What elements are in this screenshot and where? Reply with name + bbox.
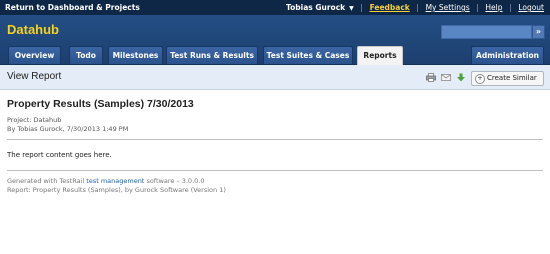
user-name: Tobias Gurock xyxy=(286,3,346,12)
tab-test-suites-cases[interactable]: Test Suites & Cases xyxy=(263,46,353,64)
footer-generated-suffix: software – 3.0.0.0 xyxy=(146,177,205,185)
search-input[interactable] xyxy=(441,25,532,39)
return-to-dashboard-link[interactable]: Return to Dashboard & Projects xyxy=(5,3,140,12)
separator: | xyxy=(360,3,363,12)
top-bar: Return to Dashboard & Projects Tobias Gu… xyxy=(0,0,550,15)
plus-icon: + xyxy=(475,74,485,84)
footer-generated: Generated with TestRail test management … xyxy=(7,177,204,185)
print-icon[interactable] xyxy=(426,73,436,82)
page-toolbar: View Report + Create Similar xyxy=(0,65,550,90)
report-title: Property Results (Samples) 7/30/2013 xyxy=(7,98,194,110)
project-header: Datahub » Overview Todo Milestones Test … xyxy=(0,15,550,65)
test-management-link[interactable]: test management xyxy=(86,177,144,185)
project-name: Datahub xyxy=(7,22,59,37)
create-similar-label: Create Similar xyxy=(487,74,537,82)
report-content: The report content goes here. xyxy=(7,151,112,159)
separator: | xyxy=(476,3,479,12)
download-icon[interactable] xyxy=(456,73,466,82)
tab-reports[interactable]: Reports xyxy=(357,46,403,65)
tab-overview[interactable]: Overview xyxy=(8,46,61,64)
report-author: By Tobias Gurock, 7/30/2013 1:49 PM xyxy=(7,125,129,133)
email-icon[interactable] xyxy=(441,73,451,82)
user-menu: Tobias Gurock ▼ | Feedback | My Settings … xyxy=(278,3,544,12)
help-link[interactable]: Help xyxy=(485,3,502,12)
divider xyxy=(7,170,543,171)
create-similar-button[interactable]: + Create Similar xyxy=(471,71,544,86)
chevron-down-icon: ▼ xyxy=(349,5,354,12)
tab-test-runs-results[interactable]: Test Runs & Results xyxy=(166,46,258,64)
page-title: View Report xyxy=(7,71,62,82)
search-go-button[interactable]: » xyxy=(532,25,545,39)
tab-administration[interactable]: Administration xyxy=(471,46,544,64)
user-name-dropdown[interactable]: Tobias Gurock ▼ xyxy=(282,3,354,12)
footer-report-info: Report: Property Results (Samples), by G… xyxy=(7,186,226,194)
logout-link[interactable]: Logout xyxy=(518,3,544,12)
report-project: Project: Datahub xyxy=(7,116,62,124)
separator: | xyxy=(509,3,512,12)
feedback-link[interactable]: Feedback xyxy=(370,3,410,12)
tab-milestones[interactable]: Milestones xyxy=(108,46,163,64)
footer-generated-prefix: Generated with TestRail xyxy=(7,177,85,185)
my-settings-link[interactable]: My Settings xyxy=(426,3,470,12)
separator: | xyxy=(416,3,419,12)
divider xyxy=(7,139,543,140)
tab-todo[interactable]: Todo xyxy=(69,46,103,64)
